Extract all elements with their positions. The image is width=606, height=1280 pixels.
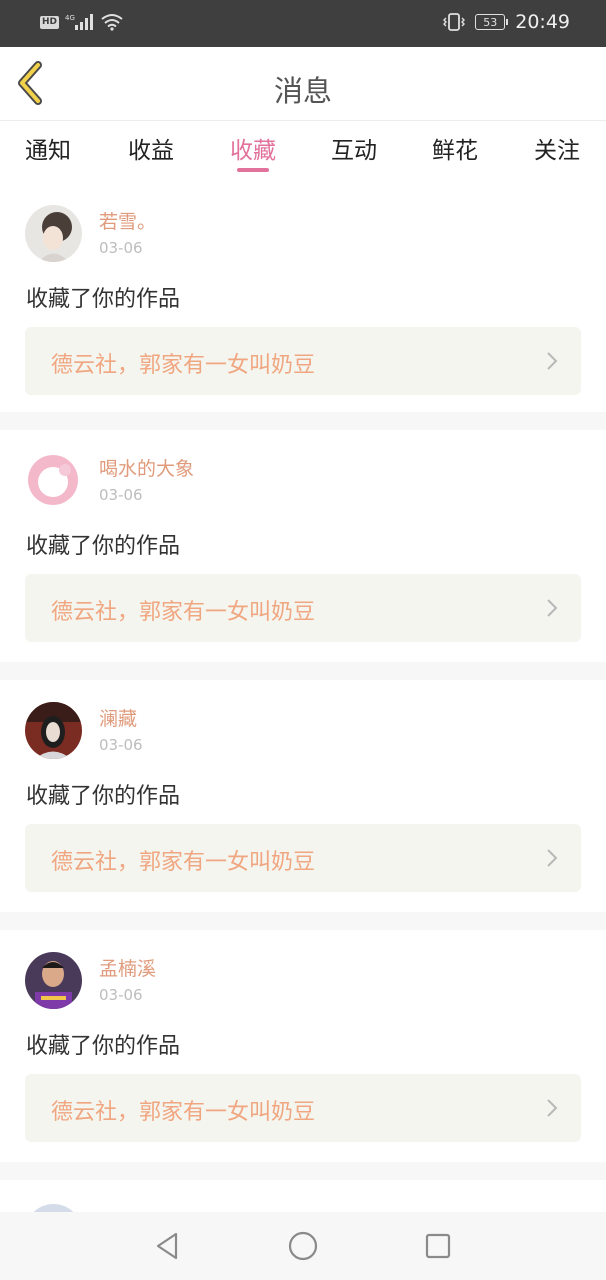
divider [0,662,606,680]
message-date: 03-06 [99,239,143,257]
message-item: 喝水的大象 03-06 收藏了你的作品 德云社，郭家有一女叫奶豆 [0,430,606,662]
username[interactable]: 孟楠溪 [99,954,156,981]
work-link[interactable]: 德云社，郭家有一女叫奶豆 [25,574,581,642]
work-title: 德云社，郭家有一女叫奶豆 [51,1100,316,1125]
work-link[interactable]: 德云社，郭家有一女叫奶豆 [25,824,581,892]
username[interactable]: 澜藏 [99,704,137,731]
avatar[interactable] [25,452,82,509]
battery-indicator: 53 [475,14,509,30]
message-date: 03-06 [99,486,143,504]
work-title: 德云社，郭家有一女叫奶豆 [51,600,316,625]
work-link[interactable]: 德云社，郭家有一女叫奶豆 [25,1074,581,1142]
triangle-back-icon [156,1232,178,1260]
circle-home-icon [288,1231,318,1261]
tab-flowers[interactable]: 鲜花 [415,131,495,165]
username[interactable]: 若雪。 [99,207,156,234]
vibrate-icon [443,13,466,31]
message-item: 澜藏 03-06 收藏了你的作品 德云社，郭家有一女叫奶豆 [0,680,606,912]
battery-level: 53 [483,15,498,29]
tab-favorites[interactable]: 收藏 [213,131,293,165]
action-text: 收藏了你的作品 [26,287,181,312]
avatar[interactable] [25,702,82,759]
active-tab-indicator [237,168,269,172]
hd-badge: HD [40,15,60,29]
header-bar: 消息 [0,47,606,121]
clock: 20:49 [515,11,570,33]
avatar[interactable] [25,952,82,1009]
work-title: 德云社，郭家有一女叫奶豆 [51,353,316,378]
page-title: 消息 [273,74,332,108]
message-item: 若雪。 03-06 收藏了你的作品 德云社，郭家有一女叫奶豆 [0,183,606,415]
work-link[interactable]: 德云社，郭家有一女叫奶豆 [25,327,581,395]
nav-home-button[interactable] [285,1228,321,1264]
chevron-right-icon [547,352,558,370]
chevron-right-icon [547,599,558,617]
divider [0,412,606,430]
chevron-right-icon [547,849,558,867]
tab-interaction[interactable]: 互动 [314,131,394,165]
nav-back-button[interactable] [150,1228,186,1264]
username[interactable]: 喝水的大象 [99,454,194,481]
tab-notify[interactable]: 通知 [8,131,88,165]
tab-follow[interactable]: 关注 [517,131,597,165]
square-recent-icon [425,1233,451,1259]
wifi-icon [101,14,123,31]
work-title: 德云社，郭家有一女叫奶豆 [51,850,316,875]
signal-icon: 4G [65,14,94,30]
nav-recent-button[interactable] [420,1228,456,1264]
message-date: 03-06 [99,986,143,1004]
status-bar: HD 4G 53 20:49 [0,0,606,47]
action-text: 收藏了你的作品 [26,1034,181,1059]
system-nav-bar [0,1212,606,1280]
avatar[interactable] [25,205,82,262]
network-type-label: 4G [65,14,75,22]
action-text: 收藏了你的作品 [26,534,181,559]
message-item: 孟楠溪 03-06 收藏了你的作品 德云社，郭家有一女叫奶豆 [0,930,606,1162]
status-left: HD 4G [40,13,123,31]
action-text: 收藏了你的作品 [26,784,181,809]
message-date: 03-06 [99,736,143,754]
status-right: 53 20:49 [443,11,570,33]
divider [0,912,606,930]
chevron-right-icon [547,1099,558,1117]
tab-earnings[interactable]: 收益 [111,131,191,165]
divider [0,1162,606,1180]
